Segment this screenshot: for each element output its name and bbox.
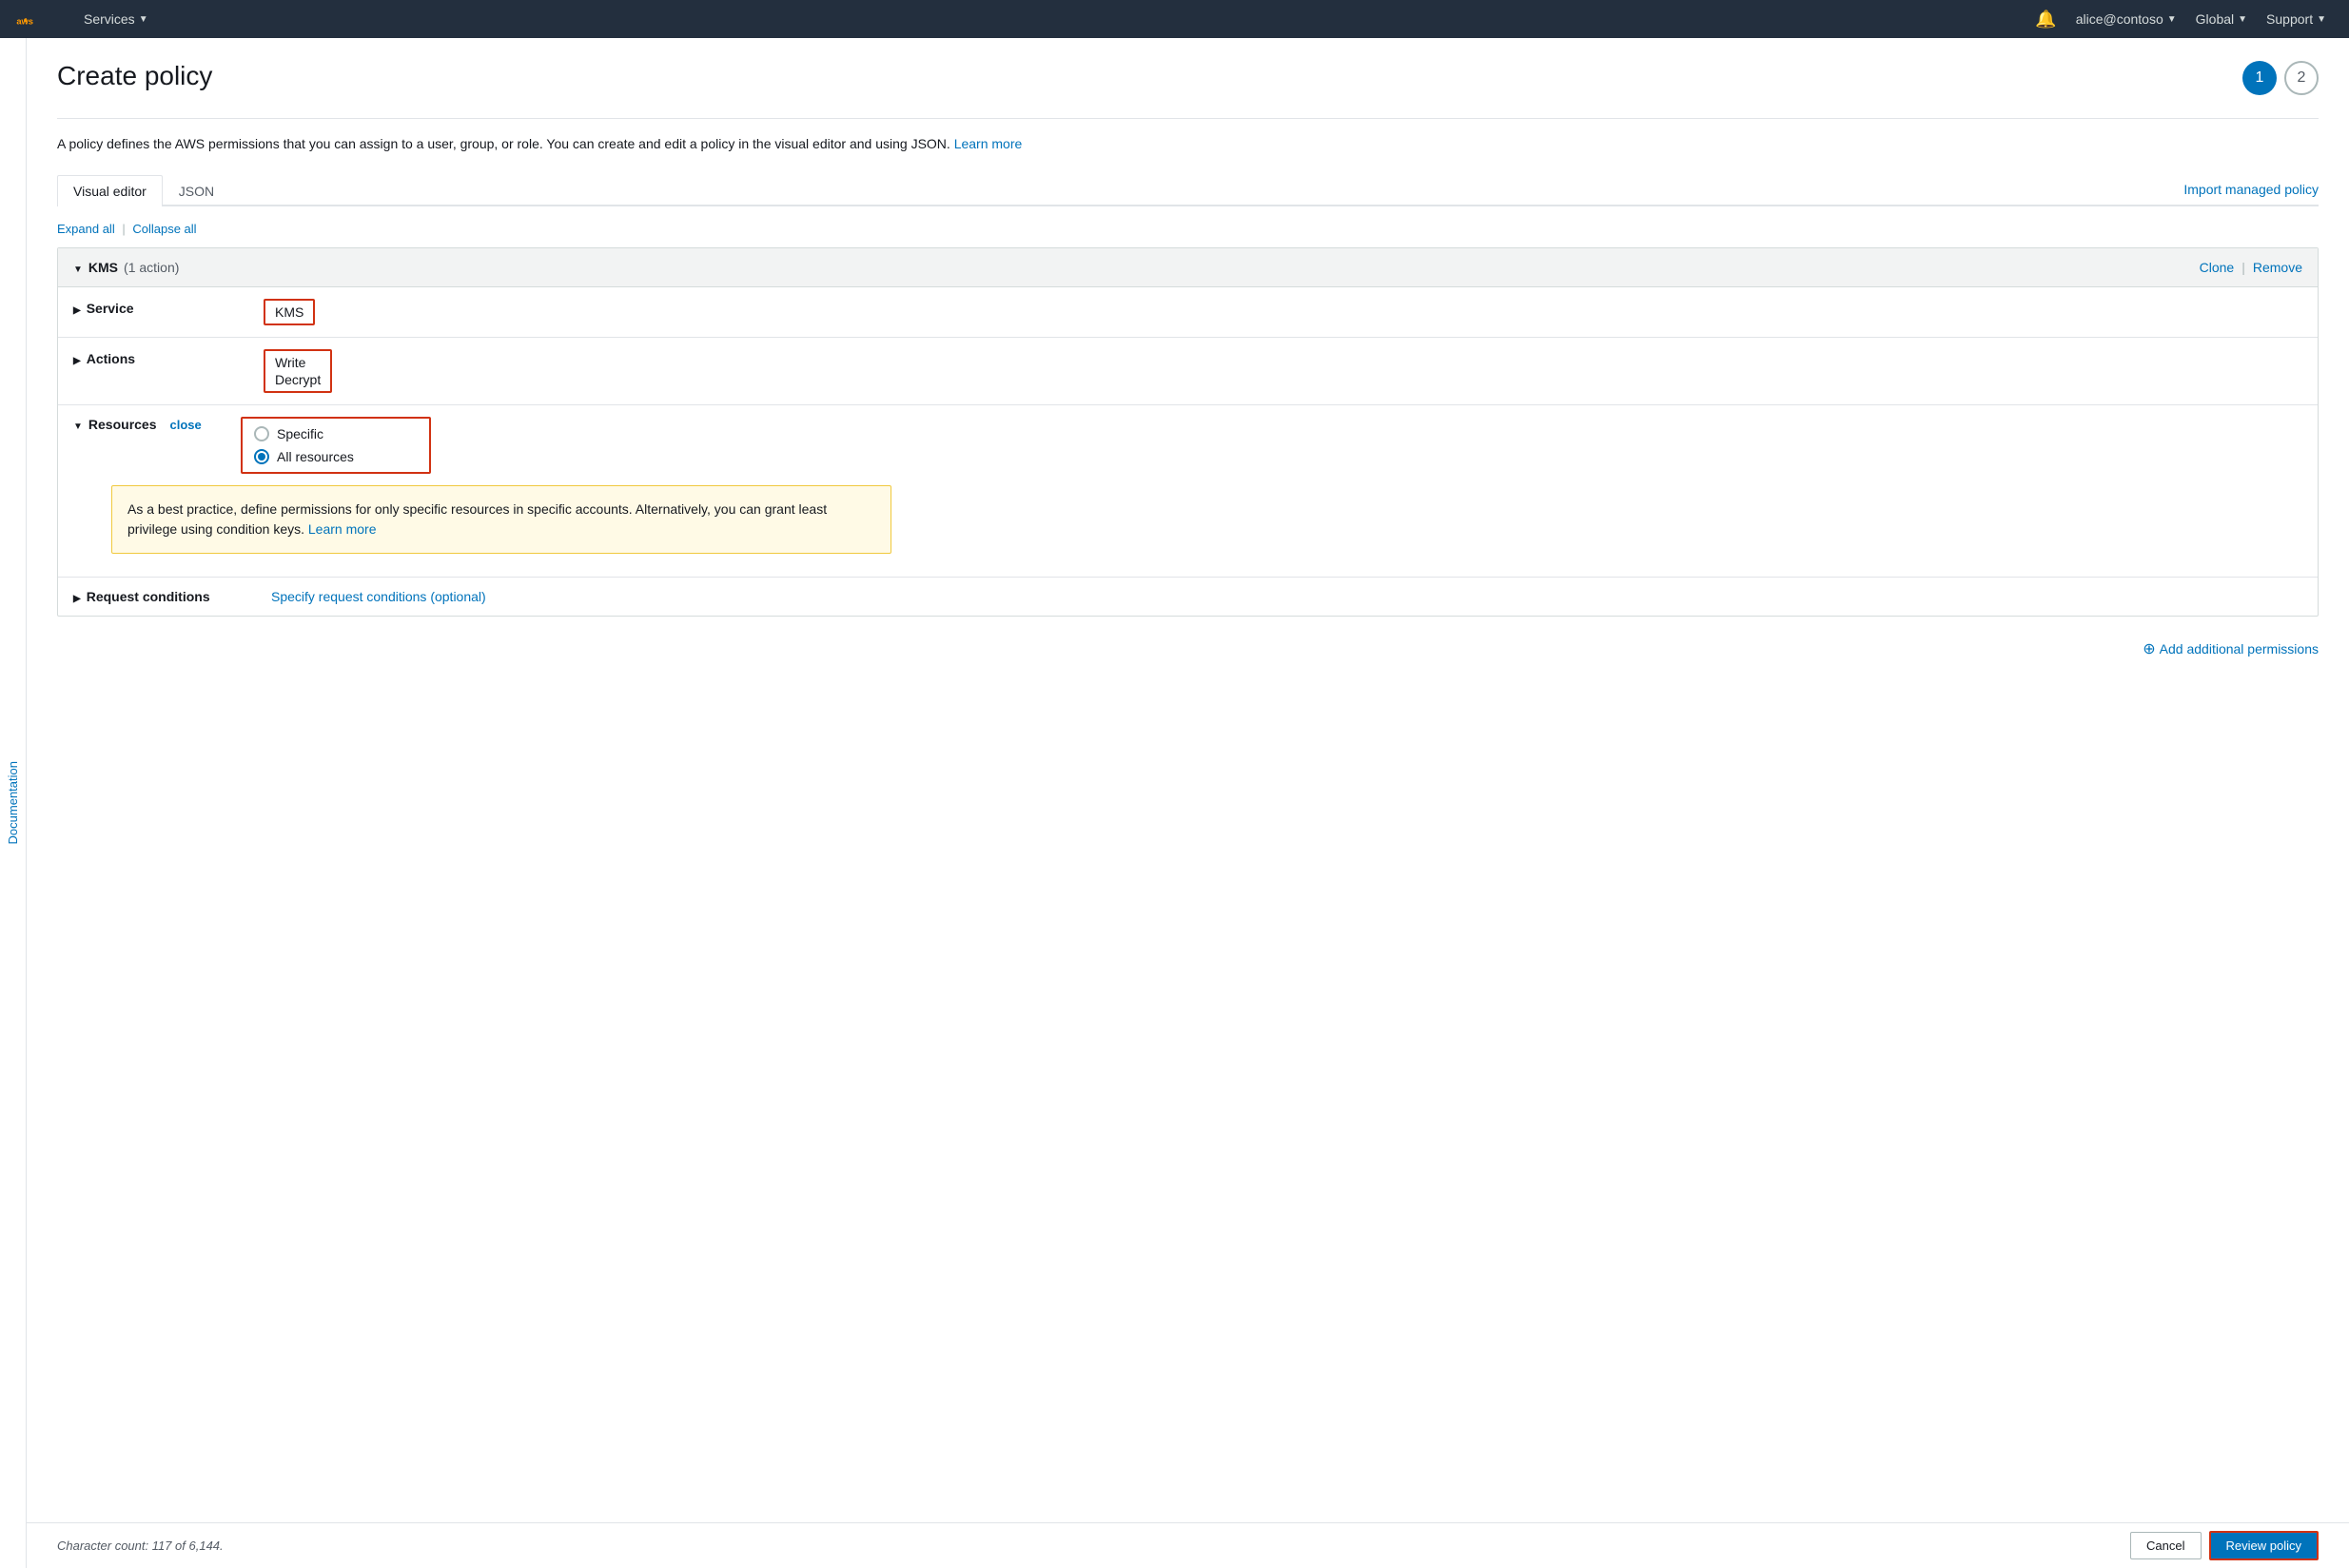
warning-box: As a best practice, define permissions f… [111, 485, 891, 554]
actions-expand-icon[interactable] [73, 351, 81, 366]
main-content: Create policy 1 2 A policy defines the A… [27, 38, 2349, 1522]
req-conditions-label: Request conditions [73, 589, 264, 604]
all-resources-radio[interactable] [254, 449, 269, 464]
request-conditions-row: Request conditions Specify request condi… [58, 578, 2318, 616]
import-managed-policy-link[interactable]: Import managed policy [2183, 182, 2319, 197]
policy-block-kms: KMS (1 action) Clone | Remove Service KM… [57, 247, 2319, 617]
header-divider [57, 118, 2319, 119]
expand-all-link[interactable]: Expand all [57, 222, 115, 236]
top-nav: aws Services ▼ 🔔 alice@contoso ▼ Global … [0, 0, 2349, 38]
resources-collapse-icon[interactable] [73, 417, 83, 432]
review-policy-button[interactable]: Review policy [2209, 1531, 2319, 1560]
tab-json[interactable]: JSON [163, 175, 230, 206]
add-permissions-section: ⊕ Add additional permissions [57, 639, 2319, 658]
services-chevron-icon: ▼ [139, 14, 148, 25]
support-chevron-icon: ▼ [2317, 14, 2326, 25]
aws-logo: aws [15, 8, 53, 30]
steps-indicator: 1 2 [2242, 61, 2319, 95]
policy-block-actions: Clone | Remove [2200, 260, 2302, 275]
learn-more-link[interactable]: Learn more [954, 136, 1023, 151]
footer-buttons: Cancel Review policy [2130, 1531, 2319, 1560]
user-menu[interactable]: alice@contoso ▼ [2068, 8, 2184, 30]
clone-link[interactable]: Clone [2200, 260, 2235, 275]
doc-sidebar-label[interactable]: Documentation [6, 761, 20, 844]
user-chevron-icon: ▼ [2167, 14, 2177, 25]
resources-label: Resources close [73, 417, 225, 432]
service-row: Service KMS [58, 287, 2318, 338]
plus-icon: ⊕ [2143, 639, 2155, 658]
block-collapse-icon[interactable] [73, 260, 83, 275]
svg-text:aws: aws [16, 16, 33, 26]
support-menu[interactable]: Support ▼ [2259, 8, 2334, 30]
service-value: KMS [264, 299, 315, 325]
step-1: 1 [2242, 61, 2277, 95]
expand-collapse-controls: Expand all | Collapse all [57, 222, 2319, 236]
add-permissions-link[interactable]: ⊕ Add additional permissions [2143, 639, 2319, 658]
doc-sidebar[interactable]: Documentation [0, 38, 27, 1568]
remove-link[interactable]: Remove [2253, 260, 2302, 275]
region-menu[interactable]: Global ▼ [2188, 8, 2255, 30]
actions-label: Actions [73, 349, 264, 366]
actions-value: Write Decrypt [264, 349, 332, 393]
tab-visual-editor[interactable]: Visual editor [57, 175, 163, 206]
page-header: Create policy 1 2 [57, 61, 2319, 95]
specific-radio-option[interactable]: Specific [254, 426, 418, 441]
char-count: Character count: 117 of 6,144. [57, 1539, 224, 1553]
footer: Character count: 117 of 6,144. Cancel Re… [27, 1522, 2349, 1568]
all-resources-radio-option[interactable]: All resources [254, 449, 418, 464]
service-label: Service [73, 299, 264, 316]
nav-right: 🔔 alice@contoso ▼ Global ▼ Support ▼ [2035, 8, 2334, 30]
service-expand-icon[interactable] [73, 301, 81, 316]
services-nav[interactable]: Services ▼ [76, 8, 156, 30]
resources-row: Resources close Specific All resources A [58, 405, 2318, 578]
editor-tabs: Visual editor JSON Import managed policy [57, 173, 2319, 206]
specify-conditions-link[interactable]: Specify request conditions (optional) [271, 589, 486, 604]
bell-icon[interactable]: 🔔 [2035, 10, 2056, 29]
step-2: 2 [2284, 61, 2319, 95]
region-chevron-icon: ▼ [2238, 14, 2247, 25]
specific-radio[interactable] [254, 426, 269, 441]
cancel-button[interactable]: Cancel [2130, 1532, 2201, 1559]
actions-row: Actions Write Decrypt [58, 338, 2318, 405]
resources-close-link[interactable]: close [170, 418, 202, 432]
warning-learn-more-link[interactable]: Learn more [308, 521, 377, 537]
page-description: A policy defines the AWS permissions tha… [57, 134, 2319, 154]
resources-options: Specific All resources [241, 417, 431, 474]
policy-block-title: KMS (1 action) [73, 260, 179, 275]
policy-block-header: KMS (1 action) Clone | Remove [58, 248, 2318, 287]
collapse-all-link[interactable]: Collapse all [132, 222, 196, 236]
req-conditions-expand-icon[interactable] [73, 589, 81, 604]
page-title: Create policy [57, 61, 212, 91]
actions-list: Write Decrypt [275, 355, 321, 387]
